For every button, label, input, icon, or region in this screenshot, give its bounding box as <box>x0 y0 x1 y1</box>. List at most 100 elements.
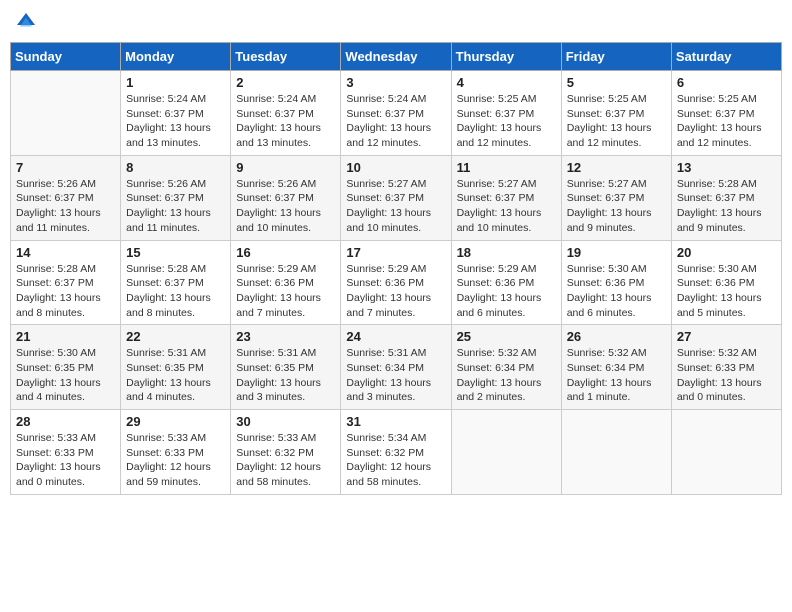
day-number: 24 <box>346 329 445 344</box>
day-number: 15 <box>126 245 225 260</box>
calendar-cell: 13 Sunrise: 5:28 AMSunset: 6:37 PMDayligh… <box>671 155 781 240</box>
calendar-cell <box>11 71 121 156</box>
calendar-cell: 22 Sunrise: 5:31 AMSunset: 6:35 PMDayligh… <box>121 325 231 410</box>
calendar-cell: 12 Sunrise: 5:27 AMSunset: 6:37 PMDayligh… <box>561 155 671 240</box>
day-info: Sunrise: 5:26 AMSunset: 6:37 PMDaylight:… <box>236 177 335 236</box>
day-info: Sunrise: 5:31 AMSunset: 6:35 PMDaylight:… <box>126 346 225 405</box>
day-number: 22 <box>126 329 225 344</box>
calendar-cell: 10 Sunrise: 5:27 AMSunset: 6:37 PMDayligh… <box>341 155 451 240</box>
day-info: Sunrise: 5:24 AMSunset: 6:37 PMDaylight:… <box>236 92 335 151</box>
day-info: Sunrise: 5:28 AMSunset: 6:37 PMDaylight:… <box>16 262 115 321</box>
day-number: 18 <box>457 245 556 260</box>
calendar-cell: 16 Sunrise: 5:29 AMSunset: 6:36 PMDayligh… <box>231 240 341 325</box>
day-number: 13 <box>677 160 776 175</box>
calendar-cell: 19 Sunrise: 5:30 AMSunset: 6:36 PMDayligh… <box>561 240 671 325</box>
day-number: 4 <box>457 75 556 90</box>
calendar-week-row: 28Sunrise: 5:33 AMSunset: 6:33 PMDayligh… <box>11 410 782 495</box>
day-number: 9 <box>236 160 335 175</box>
column-header-thursday: Thursday <box>451 43 561 71</box>
calendar-cell: 23 Sunrise: 5:31 AMSunset: 6:35 PMDayligh… <box>231 325 341 410</box>
calendar-week-row: 1 Sunrise: 5:24 AMSunset: 6:37 PMDaylight… <box>11 71 782 156</box>
day-number: 25 <box>457 329 556 344</box>
calendar-cell: 31 Sunrise: 5:34 AMSunset: 6:32 PMDayligh… <box>341 410 451 495</box>
day-number: 12 <box>567 160 666 175</box>
calendar-cell: 28Sunrise: 5:33 AMSunset: 6:33 PMDayligh… <box>11 410 121 495</box>
calendar-cell: 8 Sunrise: 5:26 AMSunset: 6:37 PMDaylight… <box>121 155 231 240</box>
day-number: 27 <box>677 329 776 344</box>
day-info: Sunrise: 5:30 AMSunset: 6:36 PMDaylight:… <box>567 262 666 321</box>
calendar-cell <box>451 410 561 495</box>
day-number: 19 <box>567 245 666 260</box>
calendar-cell: 17Sunrise: 5:29 AMSunset: 6:36 PMDayligh… <box>341 240 451 325</box>
calendar-cell: 27 Sunrise: 5:32 AMSunset: 6:33 PMDayligh… <box>671 325 781 410</box>
day-info: Sunrise: 5:27 AMSunset: 6:37 PMDaylight:… <box>457 177 556 236</box>
day-info: Sunrise: 5:28 AMSunset: 6:37 PMDaylight:… <box>677 177 776 236</box>
page-header <box>10 10 782 34</box>
day-number: 29 <box>126 414 225 429</box>
day-number: 1 <box>126 75 225 90</box>
day-number: 2 <box>236 75 335 90</box>
day-info: Sunrise: 5:31 AMSunset: 6:35 PMDaylight:… <box>236 346 335 405</box>
day-info: Sunrise: 5:32 AMSunset: 6:34 PMDaylight:… <box>457 346 556 405</box>
calendar-cell: 20Sunrise: 5:30 AMSunset: 6:36 PMDayligh… <box>671 240 781 325</box>
day-number: 14 <box>16 245 115 260</box>
calendar-cell: 26 Sunrise: 5:32 AMSunset: 6:34 PMDayligh… <box>561 325 671 410</box>
day-info: Sunrise: 5:28 AMSunset: 6:37 PMDaylight:… <box>126 262 225 321</box>
day-info: Sunrise: 5:29 AMSunset: 6:36 PMDaylight:… <box>236 262 335 321</box>
day-info: Sunrise: 5:27 AMSunset: 6:37 PMDaylight:… <box>346 177 445 236</box>
logo <box>14 10 42 34</box>
day-number: 20 <box>677 245 776 260</box>
day-number: 10 <box>346 160 445 175</box>
day-number: 23 <box>236 329 335 344</box>
calendar-cell: 6Sunrise: 5:25 AMSunset: 6:37 PMDaylight… <box>671 71 781 156</box>
calendar-cell: 25 Sunrise: 5:32 AMSunset: 6:34 PMDayligh… <box>451 325 561 410</box>
day-info: Sunrise: 5:25 AMSunset: 6:37 PMDaylight:… <box>567 92 666 151</box>
calendar-table: SundayMondayTuesdayWednesdayThursdayFrid… <box>10 42 782 495</box>
calendar-cell: 15 Sunrise: 5:28 AMSunset: 6:37 PMDayligh… <box>121 240 231 325</box>
calendar-cell: 1 Sunrise: 5:24 AMSunset: 6:37 PMDaylight… <box>121 71 231 156</box>
logo-icon <box>14 10 38 34</box>
day-info: Sunrise: 5:27 AMSunset: 6:37 PMDaylight:… <box>567 177 666 236</box>
column-header-tuesday: Tuesday <box>231 43 341 71</box>
day-number: 8 <box>126 160 225 175</box>
calendar-cell: 5Sunrise: 5:25 AMSunset: 6:37 PMDaylight… <box>561 71 671 156</box>
day-info: Sunrise: 5:24 AMSunset: 6:37 PMDaylight:… <box>126 92 225 151</box>
calendar-cell: 24Sunrise: 5:31 AMSunset: 6:34 PMDayligh… <box>341 325 451 410</box>
day-info: Sunrise: 5:33 AMSunset: 6:32 PMDaylight:… <box>236 431 335 490</box>
calendar-cell: 18 Sunrise: 5:29 AMSunset: 6:36 PMDayligh… <box>451 240 561 325</box>
day-number: 11 <box>457 160 556 175</box>
day-info: Sunrise: 5:32 AMSunset: 6:34 PMDaylight:… <box>567 346 666 405</box>
day-info: Sunrise: 5:30 AMSunset: 6:35 PMDaylight:… <box>16 346 115 405</box>
day-info: Sunrise: 5:33 AMSunset: 6:33 PMDaylight:… <box>126 431 225 490</box>
calendar-cell: 3 Sunrise: 5:24 AMSunset: 6:37 PMDaylight… <box>341 71 451 156</box>
day-info: Sunrise: 5:25 AMSunset: 6:37 PMDaylight:… <box>457 92 556 151</box>
calendar-cell: 11 Sunrise: 5:27 AMSunset: 6:37 PMDayligh… <box>451 155 561 240</box>
column-header-friday: Friday <box>561 43 671 71</box>
day-info: Sunrise: 5:34 AMSunset: 6:32 PMDaylight:… <box>346 431 445 490</box>
calendar-cell <box>671 410 781 495</box>
column-header-saturday: Saturday <box>671 43 781 71</box>
day-number: 6 <box>677 75 776 90</box>
calendar-cell: 21Sunrise: 5:30 AMSunset: 6:35 PMDayligh… <box>11 325 121 410</box>
column-header-wednesday: Wednesday <box>341 43 451 71</box>
day-info: Sunrise: 5:32 AMSunset: 6:33 PMDaylight:… <box>677 346 776 405</box>
day-number: 31 <box>346 414 445 429</box>
day-info: Sunrise: 5:26 AMSunset: 6:37 PMDaylight:… <box>16 177 115 236</box>
day-info: Sunrise: 5:29 AMSunset: 6:36 PMDaylight:… <box>457 262 556 321</box>
day-number: 16 <box>236 245 335 260</box>
calendar-week-row: 21Sunrise: 5:30 AMSunset: 6:35 PMDayligh… <box>11 325 782 410</box>
day-number: 7 <box>16 160 115 175</box>
column-header-monday: Monday <box>121 43 231 71</box>
day-number: 17 <box>346 245 445 260</box>
day-number: 26 <box>567 329 666 344</box>
day-number: 3 <box>346 75 445 90</box>
calendar-header-row: SundayMondayTuesdayWednesdayThursdayFrid… <box>11 43 782 71</box>
calendar-cell: 2 Sunrise: 5:24 AMSunset: 6:37 PMDaylight… <box>231 71 341 156</box>
day-info: Sunrise: 5:24 AMSunset: 6:37 PMDaylight:… <box>346 92 445 151</box>
calendar-cell: 14 Sunrise: 5:28 AMSunset: 6:37 PMDayligh… <box>11 240 121 325</box>
day-info: Sunrise: 5:33 AMSunset: 6:33 PMDaylight:… <box>16 431 115 490</box>
calendar-cell: 29 Sunrise: 5:33 AMSunset: 6:33 PMDayligh… <box>121 410 231 495</box>
day-info: Sunrise: 5:26 AMSunset: 6:37 PMDaylight:… <box>126 177 225 236</box>
calendar-cell <box>561 410 671 495</box>
column-header-sunday: Sunday <box>11 43 121 71</box>
